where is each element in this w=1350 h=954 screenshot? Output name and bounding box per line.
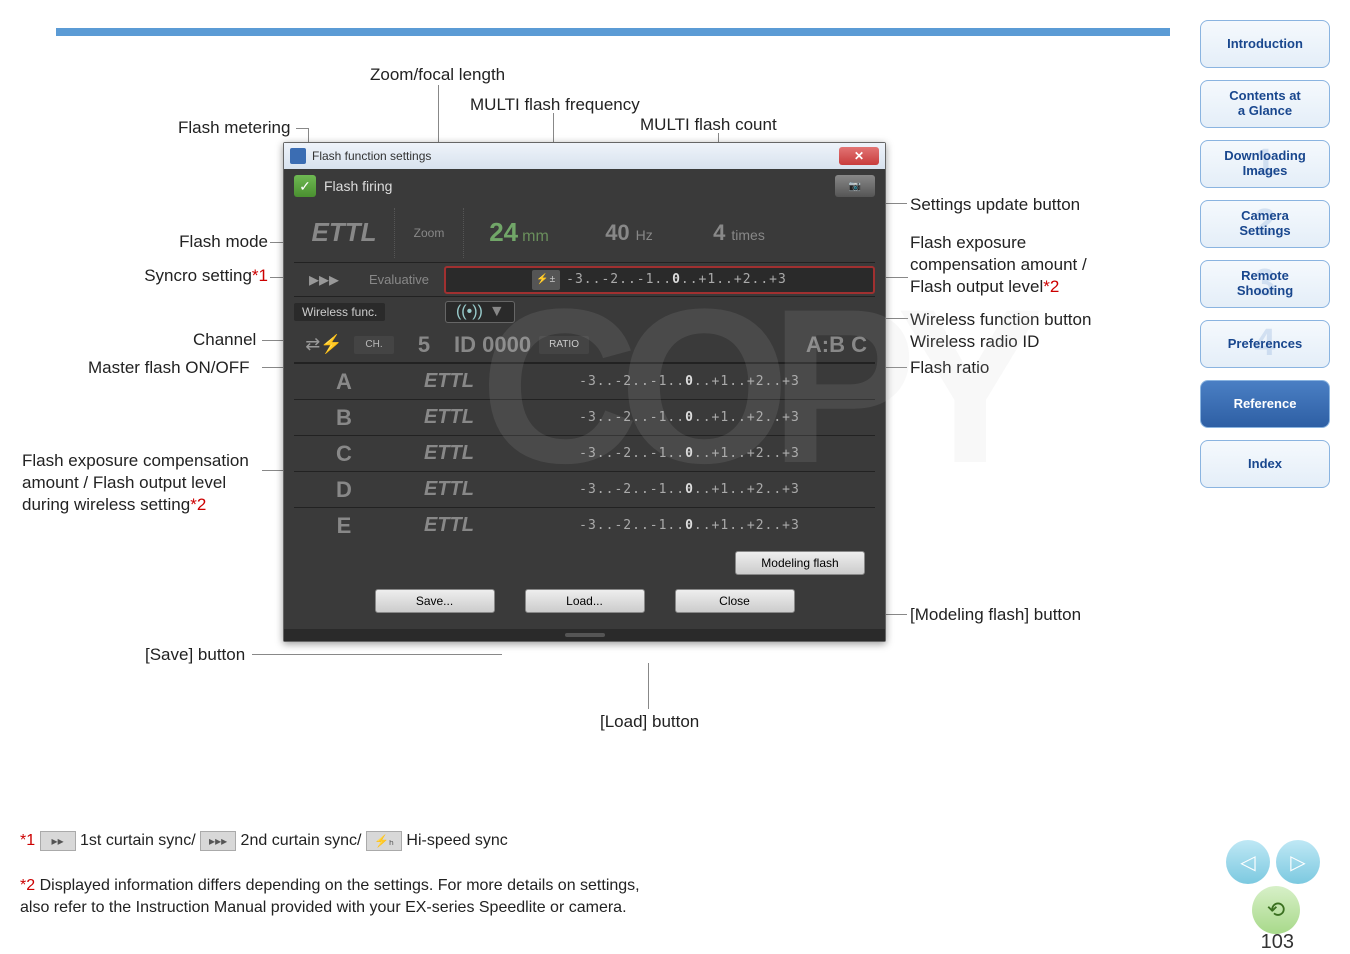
callout-flash-exposure: Flash exposure compensation amount / Fla… — [910, 232, 1087, 298]
callout-wireless-id: Wireless radio ID — [910, 332, 1039, 352]
flash-metering-display[interactable]: Evaluative — [354, 272, 444, 287]
back-button[interactable]: ⟲ — [1252, 886, 1300, 934]
flash-firing-checkbox[interactable]: ✓ — [294, 175, 316, 197]
group-row-e: E ETTL -3..-2..-1..0..+1..+2..+3 — [294, 507, 875, 543]
wireless-func-label: Wireless func. — [294, 303, 385, 321]
multi-flash-count[interactable]: 4times — [684, 220, 794, 246]
flash-mode-display[interactable]: ETTL — [294, 217, 394, 248]
page-nav: ◁ ▷ — [1226, 840, 1320, 884]
footnote-1: *1 ▸▸ 1st curtain sync/ ▸▸▸ 2nd curtain … — [20, 830, 640, 852]
wireless-radio-id[interactable]: ID 0000 — [454, 332, 531, 358]
callout-zoom-focal: Zoom/focal length — [370, 65, 505, 85]
group-mode[interactable]: ETTL — [394, 478, 504, 501]
callout-fec-wireless: Flash exposure compensation amount / Fla… — [22, 450, 249, 516]
second-curtain-sync-icon: ▸▸▸ — [200, 831, 236, 851]
group-compensation[interactable]: -3..-2..-1..0..+1..+2..+3 — [504, 482, 875, 497]
nav-introduction[interactable]: Introduction — [1200, 20, 1330, 68]
callout-load-btn: [Load] button — [600, 712, 699, 732]
nav-contents[interactable]: Contents at a Glance — [1200, 80, 1330, 128]
return-icon: ⟲ — [1267, 897, 1285, 923]
group-row-d: D ETTL -3..-2..-1..0..+1..+2..+3 — [294, 471, 875, 507]
group-mode[interactable]: ETTL — [394, 370, 504, 393]
page-number: 103 — [1261, 931, 1294, 954]
nav-reference[interactable]: Reference — [1200, 380, 1330, 428]
flash-comp-icon: ⚡± — [532, 270, 560, 290]
flash-ratio-value[interactable]: A:B C — [806, 332, 867, 358]
group-compensation[interactable]: -3..-2..-1..0..+1..+2..+3 — [504, 374, 875, 389]
ratio-badge: RATIO — [539, 336, 589, 354]
nav-remote-shooting[interactable]: 3Remote Shooting — [1200, 260, 1330, 308]
callout-wireless-func: Wireless function button — [910, 310, 1091, 330]
callout-channel: Channel — [193, 330, 256, 350]
antenna-down-icon: ▼ — [489, 303, 505, 321]
nav-index[interactable]: Index — [1200, 440, 1330, 488]
zoom-value[interactable]: 24mm — [464, 217, 574, 248]
group-letter: E — [294, 513, 394, 539]
footnotes: *1 ▸▸ 1st curtain sync/ ▸▸▸ 2nd curtain … — [20, 830, 640, 920]
callout-master: Master flash ON/OFF — [88, 358, 250, 378]
header-accent-bar — [56, 28, 1170, 36]
callout-multi-freq: MULTI flash frequency — [470, 95, 640, 115]
antenna-icon: ((•)) — [456, 303, 483, 321]
callout-flash-mode: Flash mode — [148, 232, 268, 252]
channel-value[interactable]: 5 — [394, 332, 454, 358]
group-mode[interactable]: ETTL — [394, 514, 504, 537]
dialog-title: Flash function settings — [312, 149, 431, 163]
group-row-c: C ETTL -3..-2..-1..0..+1..+2..+3 — [294, 435, 875, 471]
nav-camera-settings[interactable]: 2Camera Settings — [1200, 200, 1330, 248]
dialog-titlebar: Flash function settings ✕ — [284, 143, 885, 169]
callout-flash-ratio: Flash ratio — [910, 358, 989, 378]
group-compensation[interactable]: -3..-2..-1..0..+1..+2..+3 — [504, 446, 875, 461]
group-row-a: A ETTL -3..-2..-1..0..+1..+2..+3 — [294, 363, 875, 399]
footnote-2: *2 Displayed information differs dependi… — [20, 852, 640, 919]
nav-downloading[interactable]: 1Downloading Images — [1200, 140, 1330, 188]
group-letter: C — [294, 441, 394, 467]
callout-settings-update: Settings update button — [910, 195, 1080, 215]
group-row-b: B ETTL -3..-2..-1..0..+1..+2..+3 — [294, 399, 875, 435]
group-letter: A — [294, 369, 394, 395]
modeling-flash-button[interactable]: Modeling flash — [735, 551, 865, 575]
group-mode[interactable]: ETTL — [394, 406, 504, 429]
nav-sidebar: Introduction Contents at a Glance 1Downl… — [1200, 20, 1330, 500]
callout-flash-metering: Flash metering — [178, 118, 290, 138]
prev-page-button[interactable]: ◁ — [1226, 840, 1270, 884]
resize-grip[interactable] — [284, 629, 885, 641]
syncro-setting-icon[interactable]: ▸▸▸ — [294, 267, 354, 292]
hi-speed-sync-icon: ⚡ₕ — [366, 831, 402, 851]
first-curtain-sync-icon: ▸▸ — [40, 831, 76, 851]
flash-exposure-compensation[interactable]: ⚡± -3..-2..-1..0..+1..+2..+3 — [444, 266, 875, 294]
save-button[interactable]: Save... — [375, 589, 495, 613]
multi-flash-frequency[interactable]: 40Hz — [574, 220, 684, 246]
callout-save-btn: [Save] button — [145, 645, 245, 665]
load-button[interactable]: Load... — [525, 589, 645, 613]
channel-badge: CH. — [354, 336, 394, 354]
group-letter: D — [294, 477, 394, 503]
callout-syncro: Syncro setting*1 — [118, 266, 268, 286]
comp-scale-text: -3..-2..-1..0..+1..+2..+3 — [566, 272, 787, 287]
master-flash-toggle[interactable]: ⇄⚡ — [294, 334, 354, 355]
next-page-button[interactable]: ▷ — [1276, 840, 1320, 884]
camera-icon: 📷 — [849, 181, 861, 192]
callout-modeling: [Modeling flash] button — [910, 605, 1081, 625]
group-mode[interactable]: ETTL — [394, 442, 504, 465]
settings-update-button[interactable]: 📷 — [835, 175, 875, 197]
close-dialog-button[interactable]: Close — [675, 589, 795, 613]
app-icon — [290, 148, 306, 164]
nav-preferences[interactable]: 4Preferences — [1200, 320, 1330, 368]
callout-multi-count: MULTI flash count — [640, 115, 777, 135]
close-button[interactable]: ✕ — [839, 147, 879, 165]
group-compensation[interactable]: -3..-2..-1..0..+1..+2..+3 — [504, 410, 875, 425]
flash-function-settings-dialog: Flash function settings ✕ ✓ Flash firing… — [283, 142, 886, 642]
group-letter: B — [294, 405, 394, 431]
wireless-function-button[interactable]: ((•)) ▼ — [445, 301, 515, 323]
flash-firing-label: Flash firing — [324, 178, 392, 194]
zoom-label: Zoom — [394, 208, 464, 258]
group-compensation[interactable]: -3..-2..-1..0..+1..+2..+3 — [504, 518, 875, 533]
